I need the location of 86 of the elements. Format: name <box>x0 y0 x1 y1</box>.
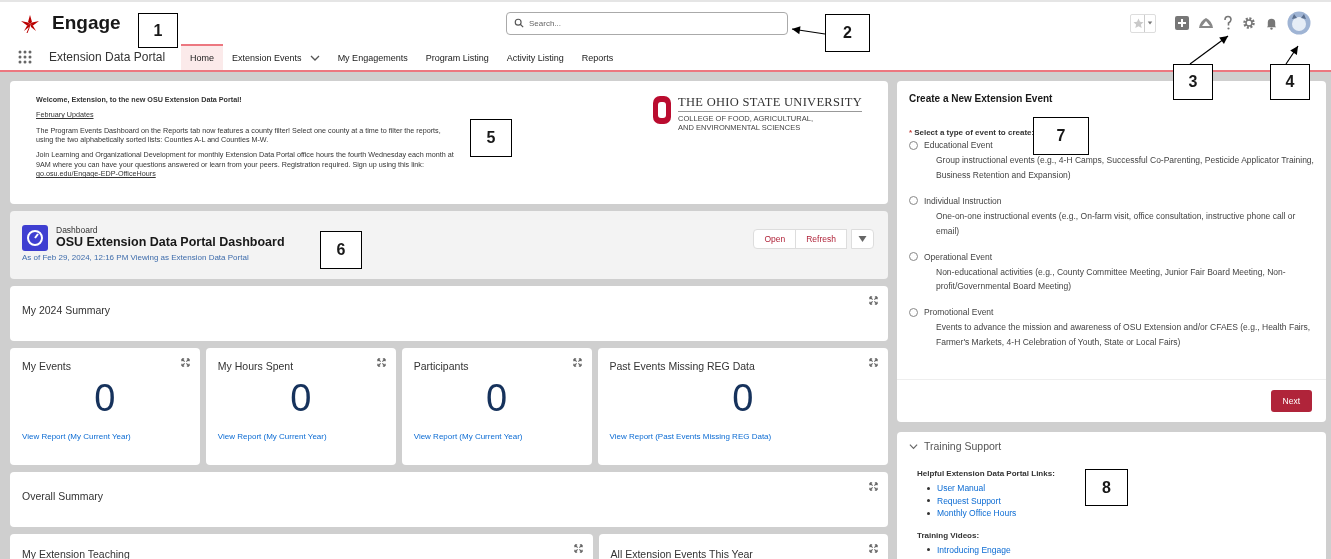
expand-icon[interactable] <box>376 358 386 367</box>
nav-tab[interactable]: Extension Events <box>223 44 329 70</box>
create-event-title: Create a New Extension Event <box>909 93 1054 104</box>
bullet-icon <box>927 499 930 503</box>
metric-value: 0 <box>486 378 508 420</box>
settings-icon[interactable] <box>1242 16 1256 30</box>
callout-number: 5 <box>470 119 512 157</box>
dashboard-button[interactable]: Open <box>753 229 797 249</box>
next-button[interactable]: Next <box>1270 390 1312 412</box>
more-button[interactable] <box>851 229 874 249</box>
search-field[interactable]: Search... <box>506 11 788 35</box>
bullet-icon <box>927 511 930 515</box>
metric-value: 0 <box>290 378 312 420</box>
option-label[interactable]: Promotional Event <box>924 307 994 318</box>
callout-number: 6 <box>320 231 362 269</box>
report-link[interactable]: View Report (Past Events Missing REG Data) <box>609 431 876 441</box>
callout-number: 3 <box>1173 64 1213 100</box>
training-link[interactable]: Request Support <box>937 495 1001 506</box>
block-o-logo-icon <box>652 95 673 125</box>
expand-icon[interactable] <box>573 544 583 553</box>
report-link[interactable]: View Report (My Current Year) <box>22 431 188 441</box>
search-icon <box>514 17 524 28</box>
caret-icon <box>858 236 867 242</box>
caret-icon <box>1147 20 1153 26</box>
card-title: Past Events Missing REG Data <box>609 360 755 372</box>
section-heading: Training Videos: <box>917 530 980 540</box>
nav-tab[interactable]: Program Listing <box>416 44 498 70</box>
dashboard-label: Dashboard <box>56 225 99 235</box>
callout-number: 1 <box>138 13 178 48</box>
dashboard-icon <box>22 225 48 251</box>
bullet-icon <box>927 548 930 552</box>
card-title: My 2024 Summary <box>22 304 111 316</box>
expand-icon[interactable] <box>572 358 582 367</box>
report-link[interactable]: View Report (My Current Year) <box>413 431 580 441</box>
card-title: Overall Summary <box>22 490 104 502</box>
nav-tab[interactable]: Home <box>181 44 224 70</box>
callout-number: 8 <box>1085 469 1128 506</box>
nav-tab[interactable]: Activity Listing <box>497 44 573 70</box>
report-link[interactable]: View Report (My Current Year) <box>217 431 384 441</box>
expand-icon[interactable] <box>869 544 878 553</box>
callout-number: 4 <box>1270 64 1310 100</box>
option-description: Group instructional events (e.g., 4-H Camps, Successful Co-Parenting, Pesticide Applicator Training, Business Retention and Expansion) <box>936 154 1314 182</box>
required-mark: * <box>909 128 913 137</box>
option-description: Non-educational activities (e.g., County Committee Meeting, Junior Fair Board Meeting, Non-profit/Governmental Board Meeting) <box>936 265 1287 294</box>
training-link[interactable]: Monthly Office Hours <box>937 508 1017 519</box>
option-label[interactable]: Educational Event <box>924 140 993 150</box>
nav-tab[interactable]: Reports <box>572 44 623 70</box>
callout-number: 2 <box>825 14 870 52</box>
mountain-icon[interactable] <box>1198 16 1214 30</box>
dashboard-timestamp: As of Feb 29, 2024, 12:16 PM Viewing as Extension Data Portal <box>22 253 250 262</box>
star-icon <box>1133 17 1144 29</box>
add-icon[interactable] <box>1175 16 1189 30</box>
card-title: My Hours Spent <box>217 360 294 372</box>
training-link[interactable]: Introducing Engage <box>937 544 1011 555</box>
card-title: All Extension Events This Year <box>610 548 753 559</box>
expand-icon[interactable] <box>869 296 878 305</box>
help-icon[interactable] <box>1223 15 1233 31</box>
chevron-down-icon[interactable] <box>309 55 320 61</box>
expand-icon[interactable] <box>869 482 878 491</box>
card-title: Participants <box>413 360 469 372</box>
training-title: Training Support <box>924 440 1002 452</box>
metric-value: 0 <box>94 378 116 420</box>
expand-icon[interactable] <box>180 358 190 367</box>
metric-value: 0 <box>732 378 754 420</box>
flower-logo-icon <box>20 14 40 34</box>
training-link[interactable]: User Manual <box>937 483 986 494</box>
option-label[interactable]: Operational Event <box>924 251 993 262</box>
option-description: Events to advance the mission and awareness of OSU Extension and/or CFAES (e.g., Health Fairs, Farmer's Markets, 4-H Celebration of Youth, State or Local Fairs) <box>936 321 1312 350</box>
app-name: Extension Data Portal <box>49 50 166 64</box>
notifications-icon[interactable] <box>1265 16 1278 30</box>
section-heading: Helpful Extension Data Portal Links: <box>917 469 1055 478</box>
dashboard-title: OSU Extension Data Portal Dashboard <box>56 235 285 249</box>
nav-tab[interactable]: My Engagements <box>328 44 417 70</box>
event-type-prompt: Select a type of event to create: <box>914 128 1035 137</box>
bullet-icon <box>927 486 930 490</box>
dashboard-button[interactable]: Refresh <box>795 229 847 249</box>
expand-icon[interactable] <box>869 358 878 367</box>
brand-name: Engage <box>52 12 121 34</box>
avatar-icon[interactable] <box>1287 11 1311 35</box>
option-description: One-on-one instructional events (e.g., On-farm visit, office consultation, instructive phone call or email) <box>936 209 1297 238</box>
option-label[interactable]: Individual Instruction <box>924 195 1002 206</box>
chevron-down-icon[interactable] <box>909 441 918 451</box>
university-name: THE OHIO STATE UNIVERSITY <box>678 95 862 112</box>
card-title: My Events <box>22 360 71 372</box>
app-launcher-icon[interactable] <box>18 50 32 64</box>
callout-number: 7 <box>1033 117 1089 155</box>
